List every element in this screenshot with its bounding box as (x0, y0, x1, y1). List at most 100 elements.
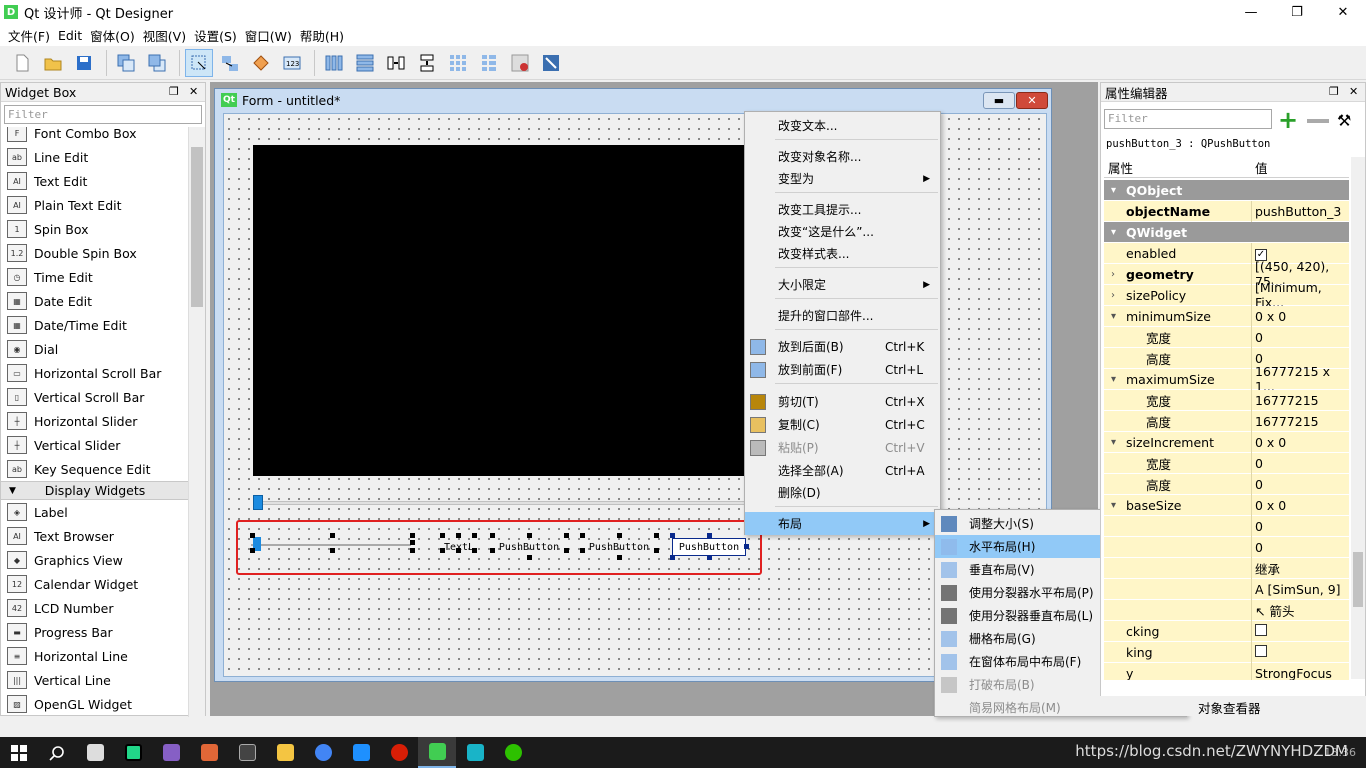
widget-item[interactable]: 12 Calendar Widget (1, 572, 189, 596)
property-filter-input[interactable]: Filter (1104, 109, 1272, 129)
matlab-icon[interactable] (190, 737, 228, 768)
property-value[interactable]: 0 (1255, 540, 1263, 555)
property-value[interactable]: 0 (1255, 519, 1263, 534)
video-widget[interactable] (253, 145, 745, 476)
context-menu-item[interactable]: 改变文本... (745, 114, 940, 137)
menu-help[interactable]: 帮助(H) (296, 26, 348, 45)
widget-item[interactable]: ◷ Time Edit (1, 265, 189, 289)
property-row[interactable]: 宽度 16777215 (1104, 390, 1349, 411)
menu-edit[interactable]: Edit (54, 28, 86, 43)
volume-slider[interactable] (251, 544, 411, 546)
property-row[interactable]: 继承 (1104, 558, 1349, 579)
widget-item[interactable]: ▭ Horizontal Scroll Bar (1, 361, 189, 385)
widget-item[interactable]: ≡ Horizontal Line (1, 644, 189, 668)
chrome-icon[interactable] (304, 737, 342, 768)
collapse-arrow-icon[interactable]: ▾ (1111, 500, 1116, 511)
collapse-arrow-icon[interactable]: ▾ (1111, 311, 1116, 322)
widget-item[interactable]: ┼ Horizontal Slider (1, 409, 189, 433)
form-close-button[interactable]: ✕ (1016, 92, 1048, 109)
configure-wrench-icon[interactable]: ⚒ (1337, 111, 1351, 130)
file-explorer-icon[interactable] (266, 737, 304, 768)
widget-item[interactable]: ▦ Date/Time Edit (1, 313, 189, 337)
widget-item[interactable]: ◈ Label (1, 500, 189, 524)
property-value[interactable]: 0 x 0 (1255, 435, 1286, 450)
wechat-icon[interactable] (494, 737, 532, 768)
context-menu-item[interactable]: 布局 ▶ (745, 512, 940, 535)
context-menu-item[interactable]: 大小限定 ▶ (745, 273, 940, 296)
expand-arrow-icon[interactable]: › (1111, 269, 1115, 280)
property-checkbox[interactable] (1255, 623, 1267, 639)
add-property-icon[interactable]: + (1275, 106, 1301, 134)
text-label[interactable]: TextL (442, 538, 476, 556)
task-view-icon[interactable] (76, 737, 114, 768)
property-row[interactable]: 宽度 0 (1104, 327, 1349, 348)
visual-studio-icon[interactable] (152, 737, 190, 768)
context-menu-item[interactable]: 粘贴(P) Ctrl+V (745, 436, 940, 459)
edit-signals-slots-icon[interactable] (216, 49, 244, 77)
widget-item[interactable]: ▯ Vertical Scroll Bar (1, 385, 189, 409)
property-value[interactable]: 0 x 0 (1255, 309, 1286, 324)
context-menu-item[interactable]: 复制(C) Ctrl+C (745, 413, 940, 436)
property-group-row[interactable]: ▾ QWidget (1104, 222, 1349, 243)
edit-widgets-icon[interactable] (185, 48, 213, 77)
expand-arrow-icon[interactable]: › (1111, 290, 1115, 301)
break-layout-icon[interactable] (506, 49, 534, 77)
menu-view[interactable]: 视图(V) (139, 26, 190, 45)
new-file-icon[interactable] (8, 49, 36, 77)
context-menu-item[interactable]: 提升的窗口部件... (745, 304, 940, 327)
widget-item[interactable]: ab Key Sequence Edit (1, 457, 189, 481)
menu-window[interactable]: 窗口(W) (241, 26, 296, 45)
context-menu-item[interactable]: 改变工具提示... (745, 198, 940, 221)
widget-item[interactable]: AI Text Browser (1, 524, 189, 548)
context-menu-item[interactable]: 放到后面(B) Ctrl+K (745, 335, 940, 358)
property-row[interactable]: ▾ sizeIncrement 0 x 0 (1104, 432, 1349, 453)
app-bird-icon[interactable] (342, 737, 380, 768)
close-panel-icon[interactable]: ✕ (1349, 85, 1358, 98)
property-value[interactable]: 0 x 0 (1255, 498, 1286, 513)
qt-designer-taskbar-icon[interactable] (418, 737, 456, 768)
context-menu-item[interactable]: 剪切(T) Ctrl+X (745, 390, 940, 413)
property-row[interactable]: 0 (1104, 537, 1349, 558)
widget-filter-input[interactable]: Filter (4, 105, 202, 124)
property-value[interactable]: ↖ 箭头 (1255, 601, 1294, 620)
property-row[interactable]: ↖ 箭头 (1104, 600, 1349, 621)
edit-buddies-icon[interactable] (247, 49, 275, 77)
widget-item[interactable]: 1 Spin Box (1, 217, 189, 241)
property-value[interactable]: 0 (1255, 330, 1263, 345)
netease-music-icon[interactable] (380, 737, 418, 768)
context-menu-item[interactable]: 删除(D) (745, 481, 940, 504)
property-row[interactable]: 高度 16777215 (1104, 411, 1349, 432)
context-menu-item[interactable]: 选择全部(A) Ctrl+A (745, 459, 940, 482)
minimize-button[interactable]: — (1228, 0, 1274, 24)
close-button[interactable]: ✕ (1320, 0, 1366, 24)
property-row[interactable]: y StrongFocus (1104, 663, 1349, 680)
property-checkbox[interactable] (1255, 644, 1267, 660)
property-value[interactable]: pushButton_3 (1255, 204, 1341, 219)
widget-item[interactable]: ab Line Edit (1, 145, 189, 169)
layout-grid-icon[interactable] (444, 49, 472, 77)
app-teal-icon[interactable] (456, 737, 494, 768)
widget-item[interactable]: AI Plain Text Edit (1, 193, 189, 217)
terminal-icon[interactable] (228, 737, 266, 768)
layout-vertical-icon[interactable] (351, 49, 379, 77)
widget-item[interactable]: ◆ Graphics View (1, 548, 189, 572)
collapse-arrow-icon[interactable]: ▾ (1111, 437, 1116, 448)
menu-settings[interactable]: 设置(S) (190, 26, 241, 45)
property-row[interactable]: 宽度 0 (1104, 453, 1349, 474)
send-to-back-icon[interactable] (112, 49, 140, 77)
progress-slider[interactable] (253, 501, 745, 505)
remove-property-icon[interactable] (1307, 119, 1329, 123)
property-value[interactable]: 16777215 (1255, 414, 1319, 429)
pushbutton-2[interactable]: PushButton (582, 538, 656, 556)
widget-box-scrollbar[interactable] (188, 127, 205, 717)
property-row[interactable]: › sizePolicy [Minimum, Fix... (1104, 280, 1349, 310)
property-value[interactable]: A [SimSun, 9] (1255, 582, 1341, 597)
property-row[interactable]: cking (1104, 621, 1349, 642)
layout-horizontal-icon[interactable] (320, 49, 348, 77)
property-row[interactable]: ▾ minimumSize 0 x 0 (1104, 306, 1349, 327)
float-panel-icon[interactable]: ❐ (1329, 85, 1339, 98)
windows-start-icon[interactable] (0, 737, 38, 768)
context-menu-item[interactable]: 变型为 ▶ (745, 167, 940, 190)
property-row[interactable]: ▾ baseSize 0 x 0 (1104, 495, 1349, 516)
pycharm-icon[interactable] (114, 737, 152, 768)
